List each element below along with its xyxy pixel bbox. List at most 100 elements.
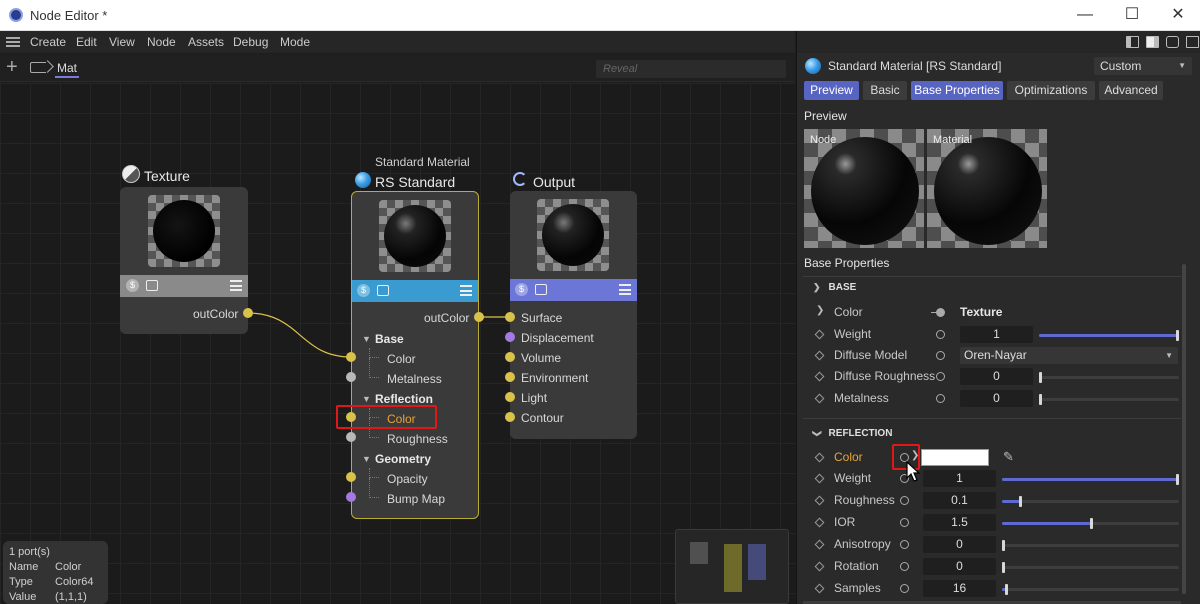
port-ring-icon[interactable] — [936, 394, 945, 403]
hamburger-menu-icon[interactable] — [6, 37, 20, 47]
reflection-weight-slider[interactable] — [1002, 474, 1179, 485]
keyframe-diamond-icon[interactable] — [814, 583, 825, 594]
standard-outcolor-port[interactable] — [474, 312, 484, 322]
port-ring-icon[interactable] — [900, 584, 909, 593]
surface-port[interactable] — [505, 312, 515, 322]
environment-port[interactable] — [505, 372, 515, 382]
reflection-roughness-field[interactable]: 0.1 — [923, 492, 996, 509]
chevron-down-icon[interactable]: ▼ — [362, 454, 371, 464]
menu-mode[interactable]: Mode — [280, 35, 310, 49]
tab-base-properties[interactable]: Base Properties — [911, 81, 1003, 100]
dollar-icon[interactable]: $ — [515, 283, 528, 296]
rotation-slider[interactable] — [1002, 562, 1179, 573]
dollar-icon[interactable]: $ — [126, 279, 139, 292]
keyframe-diamond-icon[interactable] — [814, 371, 825, 382]
new-window-icon[interactable] — [1186, 36, 1199, 48]
port-ring-icon[interactable] — [936, 330, 945, 339]
contour-port[interactable] — [505, 412, 515, 422]
layout-right-icon[interactable] — [1146, 36, 1159, 48]
ior-field[interactable]: 1.5 — [923, 514, 996, 531]
keyframe-diamond-icon[interactable] — [814, 452, 825, 463]
volume-port[interactable] — [505, 352, 515, 362]
base-metalness-field[interactable]: 0 — [960, 390, 1033, 407]
minimize-button[interactable]: — — [1065, 4, 1105, 26]
metalness-port[interactable] — [346, 372, 356, 382]
chevron-right-icon[interactable]: ❯ — [816, 305, 824, 316]
port-ring-icon[interactable] — [900, 496, 909, 505]
reflection-color-swatch[interactable] — [921, 449, 989, 466]
minimap[interactable] — [675, 529, 789, 604]
add-tab-icon[interactable]: + — [6, 57, 18, 77]
light-port[interactable] — [505, 392, 515, 402]
output-node[interactable]: $ Surface Displacement Volume Environmen… — [510, 191, 637, 439]
image-icon[interactable] — [377, 285, 389, 296]
tab-advanced[interactable]: Advanced — [1099, 81, 1163, 100]
port-ring-icon[interactable] — [900, 540, 909, 549]
keyframe-diamond-icon[interactable] — [814, 539, 825, 550]
group-base[interactable]: Base — [375, 332, 404, 346]
ior-slider[interactable] — [1002, 518, 1179, 529]
image-icon[interactable] — [146, 280, 158, 291]
menu-edit[interactable]: Edit — [76, 35, 97, 49]
close-button[interactable]: ✕ — [1158, 4, 1198, 26]
port-ring-icon[interactable] — [900, 518, 909, 527]
tag-icon[interactable] — [30, 62, 46, 73]
reflection-section-header[interactable]: ❯ REFLECTION — [812, 428, 892, 439]
diffuse-model-dropdown[interactable]: Oren-Nayar ▼ — [960, 347, 1178, 364]
menu-assets[interactable]: Assets — [188, 35, 224, 49]
dollar-icon[interactable]: $ — [357, 284, 370, 297]
keyframe-diamond-icon[interactable] — [814, 350, 825, 361]
displacement-port[interactable] — [505, 332, 515, 342]
samples-field[interactable]: 16 — [923, 580, 996, 597]
base-weight-field[interactable]: 1 — [960, 326, 1033, 343]
node-menu-icon[interactable] — [230, 280, 242, 291]
rotation-field[interactable]: 0 — [923, 558, 996, 575]
menu-view[interactable]: View — [109, 35, 135, 49]
texture-outcolor-port[interactable] — [243, 308, 253, 318]
tab-preview[interactable]: Preview — [804, 81, 859, 100]
group-reflection[interactable]: Reflection — [375, 392, 433, 406]
menu-debug[interactable]: Debug — [233, 35, 268, 49]
roughness-port[interactable] — [346, 432, 356, 442]
eyedropper-icon[interactable]: ✎ — [1003, 449, 1014, 465]
keyframe-diamond-icon[interactable] — [814, 329, 825, 340]
port-ring-icon[interactable] — [936, 372, 945, 381]
layout-left-icon[interactable] — [1126, 36, 1139, 48]
bump-map-port[interactable] — [346, 492, 356, 502]
anisotropy-slider[interactable] — [1002, 540, 1179, 551]
keyframe-diamond-icon[interactable] — [814, 393, 825, 404]
tab-basic[interactable]: Basic — [863, 81, 907, 100]
base-metalness-slider[interactable] — [1039, 394, 1179, 405]
keyframe-diamond-icon[interactable] — [814, 561, 825, 572]
base-color-port[interactable] — [346, 352, 356, 362]
base-color-link-value[interactable]: Texture — [960, 305, 1002, 319]
base-section-header[interactable]: ❯ BASE — [813, 282, 856, 293]
diffuse-roughness-slider[interactable] — [1039, 372, 1179, 383]
texture-node[interactable]: $ outColor — [120, 187, 248, 334]
node-menu-icon[interactable] — [619, 284, 631, 295]
menu-create[interactable]: Create — [30, 35, 66, 49]
menu-node[interactable]: Node — [147, 35, 176, 49]
keyframe-diamond-icon[interactable] — [814, 517, 825, 528]
preset-dropdown[interactable]: Custom ▼ — [1094, 57, 1192, 75]
reveal-search-input[interactable]: Reveal — [596, 60, 786, 78]
keyframe-diamond-icon[interactable] — [814, 473, 825, 484]
panel-vertical-scrollbar[interactable] — [1182, 264, 1186, 594]
anisotropy-field[interactable]: 0 — [923, 536, 996, 553]
node-menu-icon[interactable] — [460, 285, 472, 296]
tab-optimizations[interactable]: Optimizations — [1007, 81, 1095, 100]
node-canvas[interactable]: Texture $ outColor Standard Material RS … — [0, 83, 795, 604]
lock-icon[interactable] — [1166, 36, 1179, 48]
port-ring-icon[interactable] — [900, 562, 909, 571]
reflection-roughness-slider[interactable] — [1002, 496, 1179, 507]
diffuse-roughness-field[interactable]: 0 — [960, 368, 1033, 385]
samples-slider[interactable] — [1002, 584, 1179, 595]
tab-mat[interactable]: Mat — [55, 61, 80, 78]
opacity-port[interactable] — [346, 472, 356, 482]
image-icon[interactable] — [535, 284, 547, 295]
group-geometry[interactable]: Geometry — [375, 452, 431, 466]
standard-material-node[interactable]: $ outColor ▼ Base Color Metalness ▼ Refl… — [351, 191, 479, 519]
chevron-down-icon[interactable]: ▼ — [362, 334, 371, 344]
reflection-weight-field[interactable]: 1 — [923, 470, 996, 487]
base-weight-slider[interactable] — [1039, 330, 1179, 341]
